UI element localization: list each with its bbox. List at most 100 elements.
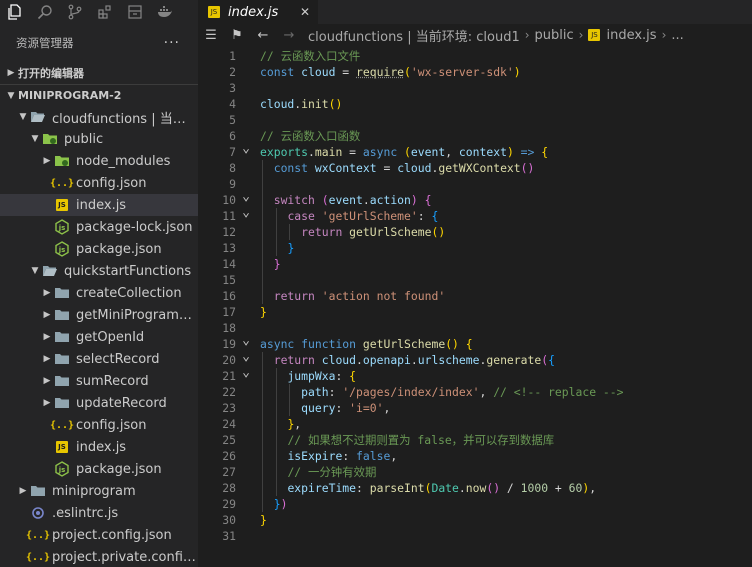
explorer-title: 资源管理器 — [16, 36, 74, 50]
tree-item[interactable]: {..} config.json — [0, 172, 198, 194]
code-token: : — [335, 369, 350, 383]
code-token: } — [260, 513, 267, 527]
code-line[interactable]: 12 return getUrlScheme() — [198, 224, 752, 240]
code-line[interactable]: 25 // 如果想不过期则置为 false，并可以存到数据库 — [198, 432, 752, 448]
code-line[interactable]: 24 }, — [198, 416, 752, 432]
fold-chevron-icon[interactable]: ⌄ — [240, 350, 252, 363]
explorer-icon[interactable] — [6, 3, 24, 21]
code-line[interactable]: 17} — [198, 304, 752, 320]
chevron-right-icon: ▶ — [43, 156, 51, 166]
code-line[interactable]: 5 — [198, 112, 752, 128]
code-line[interactable]: 8 const wxContext = cloud.getWXContext() — [198, 160, 752, 176]
search-icon[interactable] — [36, 3, 54, 21]
list-icon[interactable]: ☰ — [198, 28, 224, 43]
code-line[interactable]: 20 ⌄ return cloud.openapi.urlscheme.gener… — [198, 350, 752, 368]
code-line[interactable]: 7 ⌄ exports.main = async (event, context) … — [198, 142, 752, 160]
forward-arrow-icon[interactable]: → — [276, 28, 302, 43]
tree-item[interactable]: ▶ updateRecord — [0, 392, 198, 414]
extensions-icon[interactable] — [96, 3, 114, 21]
tree-item[interactable]: ▶ sumRecord — [0, 370, 198, 392]
code-line[interactable]: 2 const cloud = require('wx-server-sdk') — [198, 64, 752, 80]
tree-item[interactable]: JS index.js — [0, 436, 198, 458]
code-line[interactable]: 30} — [198, 512, 752, 528]
code-line[interactable]: 14 } — [198, 256, 752, 272]
tree-item[interactable]: js package.json — [0, 238, 198, 260]
fold-chevron-icon[interactable]: ⌄ — [240, 142, 252, 155]
breadcrumb-segment[interactable]: cloudfunctions | 当前环境: cloud1 — [308, 26, 520, 45]
code-line[interactable]: 29 }) — [198, 496, 752, 512]
code-line[interactable]: 11 ⌄ case 'getUrlScheme': { — [198, 206, 752, 224]
code-token: init — [301, 97, 329, 111]
tree-item[interactable]: ▼ cloudfunctions | 当前环... — [0, 106, 198, 128]
code-line[interactable]: 4 cloud.init() — [198, 96, 752, 112]
tree-item[interactable]: ▶ node_modules — [0, 150, 198, 172]
workspace-section[interactable]: ▼ MINIPROGRAM-2 — [0, 84, 198, 106]
npm-file-icon: js — [54, 241, 70, 257]
tree-item[interactable]: ▶ getOpenId — [0, 326, 198, 348]
folder-icon — [54, 329, 70, 345]
code-line[interactable]: 10 ⌄ switch (event.action) { — [198, 190, 752, 208]
code-line[interactable]: 21 ⌄ jumpWxa: { — [198, 366, 752, 384]
npm-file-icon: js — [54, 219, 70, 235]
code-token: isExpire — [287, 449, 343, 463]
bookmark-icon[interactable]: ⚑ — [224, 28, 250, 43]
line-number: 8 — [229, 161, 236, 175]
code-line[interactable]: 16 return 'action not found' — [198, 288, 752, 304]
tree-item[interactable]: {..} project.config.json — [0, 524, 198, 546]
code-line[interactable]: 15 — [198, 272, 752, 288]
code-token: cloud — [397, 161, 432, 175]
code-token: switch — [273, 193, 322, 207]
tree-item-label: project.private.config.js... — [52, 549, 198, 565]
code-line[interactable]: 13 } — [198, 240, 752, 256]
code-line[interactable]: 26 isExpire: false, — [198, 448, 752, 464]
code-token: ) — [280, 497, 288, 511]
breadcrumb-segment[interactable]: ... — [671, 28, 683, 43]
code-line[interactable]: 31 — [198, 528, 752, 544]
code-line[interactable]: 18 — [198, 320, 752, 336]
source-control-icon[interactable] — [66, 3, 84, 21]
tree-item[interactable]: ▶ selectRecord — [0, 348, 198, 370]
tree-item[interactable]: .eslintrc.js — [0, 502, 198, 524]
tree-item[interactable]: js package-lock.json — [0, 216, 198, 238]
node-folder-icon — [54, 153, 70, 169]
code-editor[interactable]: 1// 云函数入口文件 2 const cloud = require('wx-se… — [198, 46, 752, 567]
tree-item[interactable]: ▶ createCollection — [0, 282, 198, 304]
folder-open-icon — [42, 263, 58, 279]
code-line[interactable]: 9 — [198, 176, 752, 192]
tree-item[interactable]: ▼ quickstartFunctions — [0, 260, 198, 282]
code-line[interactable]: 19 ⌄ async function getUrlScheme() { — [198, 334, 752, 352]
code-line[interactable]: 1 // 云函数入口文件 — [198, 48, 752, 64]
close-icon[interactable]: ✕ — [300, 5, 310, 19]
code-line[interactable]: 23 query: 'i=0', — [198, 400, 752, 416]
fold-chevron-icon[interactable]: ⌄ — [240, 206, 252, 219]
breadcrumb-segment[interactable]: public — [535, 28, 574, 43]
tree-item[interactable]: {..}project.private.config.js... — [0, 546, 198, 567]
fold-chevron-icon[interactable]: ⌄ — [240, 334, 252, 347]
tree-item[interactable]: {..} config.json — [0, 414, 198, 436]
back-arrow-icon[interactable]: ← — [250, 28, 276, 43]
code-line[interactable]: 6 // 云函数入口函数 — [198, 128, 752, 144]
explorer-header: 资源管理器 ··· — [0, 24, 198, 62]
code-token: case — [287, 209, 322, 223]
breadcrumb-segment[interactable]: index.js — [606, 28, 656, 43]
code-token: expireTime — [287, 481, 357, 495]
code-line[interactable]: 3 — [198, 80, 752, 96]
fold-chevron-icon[interactable]: ⌄ — [240, 190, 252, 203]
code-line[interactable]: 28 expireTime: parseInt(Date.now() / 100… — [198, 480, 752, 496]
tree-item[interactable]: JS index.js — [0, 194, 198, 216]
code-line[interactable]: 27 // 一分钟有效期 — [198, 464, 752, 480]
fold-chevron-icon[interactable]: ⌄ — [240, 366, 252, 379]
code-line[interactable]: 22 path: '/pages/index/index', // <!-- r… — [198, 384, 752, 400]
open-editors-section[interactable]: ▶ 打开的编辑器 — [0, 62, 198, 84]
tree-item[interactable]: ▶ getMiniProgramCode — [0, 304, 198, 326]
tree-item[interactable]: js package.json — [0, 458, 198, 480]
code-token: ( — [321, 193, 329, 207]
tab-index-js[interactable]: JS index.js ✕ — [198, 0, 318, 24]
tree-item[interactable]: ▶ miniprogram — [0, 480, 198, 502]
docker-icon[interactable] — [156, 3, 174, 21]
more-actions-icon[interactable]: ··· — [164, 35, 180, 51]
tree-item[interactable]: ▼ public — [0, 128, 198, 150]
remote-explorer-icon[interactable] — [126, 3, 144, 21]
